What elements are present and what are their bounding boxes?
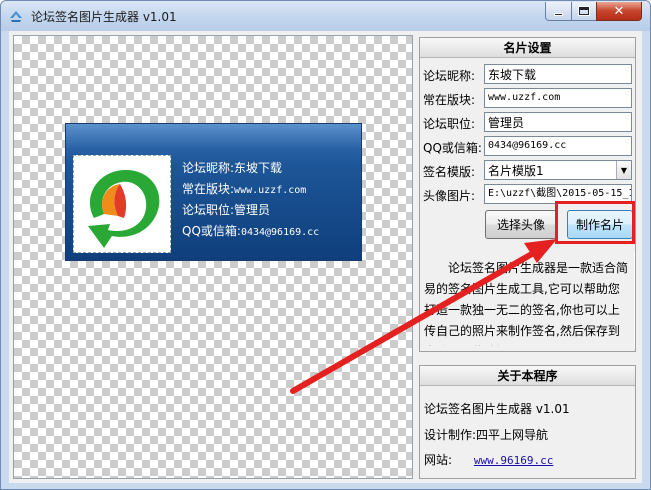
preview-canvas: 论坛昵称:东坡下载 常在版块:www.uzzf.com 论坛职位:管理员 QQ或… xyxy=(13,35,413,479)
description-text: 论坛签名图片生成器是一款适合简易的签名图片生成工具,它可以帮助您打造一款独一无二… xyxy=(424,261,628,346)
close-button[interactable]: ✕ xyxy=(596,2,642,21)
template-select[interactable]: 名片模版1 ▼ xyxy=(484,160,632,180)
contact-row: QQ或信箱: 0434@96169.cc xyxy=(420,136,635,158)
card-value: www.uzzf.com xyxy=(234,185,307,196)
card-label: 论坛职位: xyxy=(182,203,235,217)
window-title: 论坛签名图片生成器 v1.01 xyxy=(31,10,177,24)
card-row-nickname: 论坛昵称:东坡下载 xyxy=(182,158,358,179)
website-link[interactable]: www.96169.cc xyxy=(474,454,553,467)
settings-title: 名片设置 xyxy=(420,38,635,58)
nickname-row: 论坛昵称: 东坡下载 xyxy=(420,64,635,86)
about-app-name: 论坛签名图片生成器 v1.01 xyxy=(424,402,570,416)
app-window: 论坛签名图片生成器 v1.01 ✕ 论坛昵称:东坡下载 常在版块:www.uzz… xyxy=(0,0,651,490)
close-icon: ✕ xyxy=(613,3,625,19)
nickname-label: 论坛昵称: xyxy=(423,69,476,83)
card-value: 东坡下载 xyxy=(234,161,283,175)
minimize-button[interactable] xyxy=(545,2,572,21)
position-input[interactable]: 管理员 xyxy=(484,112,632,132)
card-row-contact: QQ或信箱:0434@96169.cc xyxy=(182,221,358,242)
position-row: 论坛职位: 管理员 xyxy=(420,112,635,134)
position-label: 论坛职位: xyxy=(423,117,476,131)
about-website: 网站: www.96169.cc xyxy=(424,451,553,468)
signature-card: 论坛昵称:东坡下载 常在版块:www.uzzf.com 论坛职位:管理员 QQ或… xyxy=(65,123,362,261)
client-area: 论坛昵称:东坡下载 常在版块:www.uzzf.com 论坛职位:管理员 QQ或… xyxy=(9,31,642,483)
card-value: 管理员 xyxy=(234,203,271,217)
card-header-strip xyxy=(66,124,361,148)
about-designer: 设计制作:四平上网导航 xyxy=(424,428,549,442)
avatar-label: 头像图片: xyxy=(423,189,476,203)
make-card-highlight-box xyxy=(555,201,635,244)
board-row: 常在版块: www.uzzf.com xyxy=(420,88,635,110)
template-label: 签名模版: xyxy=(423,165,476,179)
card-row-position: 论坛职位:管理员 xyxy=(182,200,358,221)
about-title: 关于本程序 xyxy=(420,366,635,386)
card-settings-panel: 名片设置 论坛昵称: 东坡下载 常在版块: www.uzzf.com 论坛职位:… xyxy=(419,37,636,352)
maximize-icon xyxy=(579,7,589,15)
card-row-board: 常在版块:www.uzzf.com xyxy=(182,179,358,200)
template-row: 签名模版: 名片模版1 ▼ xyxy=(420,160,635,182)
card-label: 论坛昵称: xyxy=(182,161,235,175)
maximize-button[interactable] xyxy=(571,2,597,21)
website-label: 网站: xyxy=(424,453,453,467)
nickname-input[interactable]: 东坡下载 xyxy=(484,64,632,84)
uzzf-logo-icon xyxy=(88,170,160,248)
description-divider xyxy=(634,252,635,348)
board-input[interactable]: www.uzzf.com xyxy=(484,88,632,108)
card-label: QQ或信箱: xyxy=(182,224,241,238)
about-panel: 关于本程序 论坛签名图片生成器 v1.01 设计制作:四平上网导航 网站: ww… xyxy=(419,365,636,479)
contact-label: QQ或信箱: xyxy=(423,141,482,155)
board-label: 常在版块: xyxy=(423,93,476,107)
minimize-icon xyxy=(554,12,563,16)
app-icon xyxy=(10,11,22,22)
card-info: 论坛昵称:东坡下载 常在版块:www.uzzf.com 论坛职位:管理员 QQ或… xyxy=(182,158,358,242)
card-value: 0434@96169.cc xyxy=(240,227,320,238)
card-label: 常在版块: xyxy=(182,182,235,196)
select-avatar-button[interactable]: 选择头像 xyxy=(485,210,557,239)
dropdown-arrow-icon[interactable]: ▼ xyxy=(616,161,631,179)
template-value: 名片模版1 xyxy=(488,164,544,178)
title-bar[interactable]: 论坛签名图片生成器 v1.01 ✕ xyxy=(1,1,650,31)
avatar-image xyxy=(73,155,171,253)
contact-input[interactable]: 0434@96169.cc xyxy=(484,136,632,156)
